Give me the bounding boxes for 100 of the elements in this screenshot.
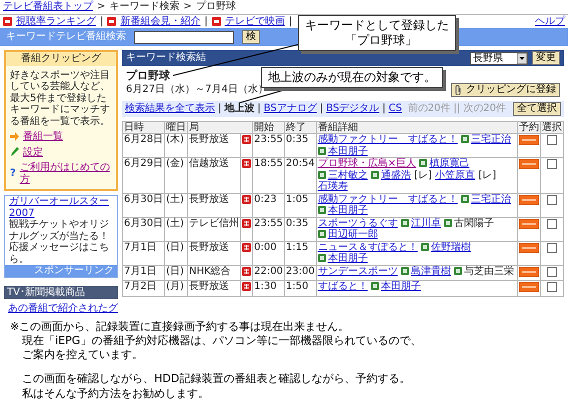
ad-title-link[interactable]: ガリバーオールスター2007 bbox=[9, 196, 113, 219]
station-icon bbox=[242, 159, 252, 168]
help-link[interactable]: ヘルプ bbox=[535, 16, 565, 27]
breadcrumb-item: プロ野球 bbox=[196, 1, 236, 12]
cast-link[interactable]: 三宅正治 bbox=[470, 134, 511, 146]
checkbox[interactable] bbox=[547, 194, 557, 205]
reserve-button[interactable] bbox=[519, 194, 539, 205]
search-button[interactable]: 検 bbox=[242, 30, 260, 44]
cast-link[interactable]: 本田朋子 bbox=[328, 205, 368, 216]
arrow-icon bbox=[10, 132, 19, 142]
time-cell: 1:30 bbox=[252, 280, 284, 296]
column-header: 番組詳細 bbox=[316, 121, 518, 134]
program-title-link[interactable]: 感動ファクトリー すばると！ bbox=[318, 134, 458, 146]
bullet-icon bbox=[212, 16, 221, 26]
cast-link[interactable]: 通盛浩 bbox=[380, 170, 411, 181]
clip-button[interactable]: クリッピングに登録 bbox=[451, 82, 560, 97]
reserve-button[interactable] bbox=[519, 242, 539, 253]
cast-link[interactable]: 槙原寛己 bbox=[429, 158, 470, 170]
bullet-icon bbox=[107, 16, 116, 26]
time-cell: 1:50 bbox=[284, 280, 316, 296]
pencil-icon bbox=[10, 147, 19, 158]
filter-tab[interactable]: BSデジタル bbox=[326, 102, 380, 114]
breadcrumb-link[interactable]: テレビ番組表トップ bbox=[3, 1, 93, 12]
region-select[interactable]: 長野県 bbox=[470, 52, 528, 64]
time-cell: 0:00 bbox=[252, 241, 284, 266]
time-cell: 1:15 bbox=[284, 241, 316, 266]
reserve-button[interactable] bbox=[519, 218, 539, 229]
cast-link[interactable]: 三宅正治 bbox=[470, 194, 511, 205]
cast-link[interactable]: 佐野瑞樹 bbox=[430, 242, 471, 253]
station-icon bbox=[242, 218, 252, 228]
checkbox[interactable] bbox=[547, 282, 557, 292]
sidebar-link[interactable]: 番組一覧 bbox=[23, 131, 63, 142]
clip-icon bbox=[455, 84, 462, 95]
column-header: 選択 bbox=[540, 121, 564, 134]
filter-tab[interactable]: 検索結果を全て表示 bbox=[125, 102, 215, 114]
help-icon: ? bbox=[10, 168, 16, 180]
program-title-link[interactable]: スポーツうるぐす bbox=[318, 218, 398, 229]
cast-name: 与芝由三栄 bbox=[464, 266, 514, 277]
checkbox[interactable] bbox=[547, 218, 557, 229]
program-title-link[interactable]: すばると！ bbox=[318, 281, 368, 292]
program-title-link[interactable]: プロ野球・広島×巨人 bbox=[318, 158, 416, 170]
section-title: TV･新聞掲載商品 bbox=[4, 286, 118, 299]
program-title-link[interactable]: 感動ファクトリー すばると！ bbox=[318, 194, 458, 205]
cast-link[interactable]: 小笠原直 bbox=[435, 170, 476, 181]
checkbox[interactable] bbox=[547, 159, 557, 170]
day-cell: (土) bbox=[164, 217, 188, 242]
note-paragraph: この画面を確認しながら、HDD記録装置の番組表と確認しながら、予約する。 私はそんな予約方法をお勧めします。 bbox=[21, 372, 412, 401]
time-cell: 0:35 bbox=[284, 134, 316, 158]
reserve-button[interactable] bbox=[519, 282, 539, 292]
column-header: 曜日 bbox=[164, 121, 188, 134]
sidebar-link[interactable]: 設定 bbox=[23, 146, 43, 158]
date-cell: 6月30日 bbox=[122, 217, 165, 242]
reserve-button[interactable] bbox=[519, 266, 539, 277]
search-field[interactable] bbox=[134, 30, 234, 44]
time-cell: 1:05 bbox=[284, 193, 316, 218]
station-icon bbox=[242, 282, 252, 292]
program-title-link[interactable]: サンデースポーツ bbox=[318, 266, 398, 277]
cast-link[interactable]: 島津貴樹 bbox=[410, 266, 451, 277]
note-paragraph: ※この画面から、記録装置に直接録画予約する事は現在出来ません。 現在「iEPG」の番組予約対応機器は、パソコン等に一部機器限られているので、 ご案内を控えています。 bbox=[10, 320, 422, 362]
cast-link[interactable]: 石瑛寿 bbox=[318, 181, 348, 192]
change-button[interactable]: 変更 bbox=[532, 51, 560, 65]
checkbox[interactable] bbox=[547, 135, 557, 146]
column-header: 開始 bbox=[252, 121, 284, 134]
column-header: 局 bbox=[188, 121, 253, 134]
cast-name: [レ] bbox=[414, 170, 432, 181]
day-cell: (日) bbox=[164, 241, 188, 266]
checkbox[interactable] bbox=[547, 242, 557, 253]
program-title-link[interactable]: ニュース＆すぽると！ bbox=[318, 242, 418, 253]
keyword-title: プロ野球 bbox=[126, 69, 170, 82]
checkbox[interactable] bbox=[547, 266, 557, 277]
nav-link[interactable]: 新番組会見・紹介 bbox=[120, 16, 200, 27]
results-title: キーワード検索結 bbox=[126, 52, 206, 64]
product-link[interactable]: あの番組で紹介されたグ bbox=[8, 303, 118, 314]
cast-link[interactable]: 江川卓 bbox=[410, 218, 441, 229]
day-cell: (土) bbox=[164, 193, 188, 218]
date-cell: 7月1日 bbox=[122, 265, 165, 281]
cast-name: 古閑陽子 bbox=[454, 218, 494, 229]
time-cell: 23:55 bbox=[252, 134, 284, 158]
station-icon bbox=[242, 194, 252, 204]
select-all-button[interactable]: 全て選択 bbox=[513, 102, 561, 116]
ad-text: 観戦チケットやオリジナルグッズが当たる！応援メッセージはこちら。 bbox=[9, 219, 110, 265]
callout: 地上波のみが現在の対象です。 bbox=[261, 67, 443, 88]
reserve-button[interactable] bbox=[519, 159, 539, 170]
reserve-button[interactable] bbox=[519, 135, 539, 146]
filter-tab[interactable]: CS bbox=[388, 102, 402, 114]
cast-link[interactable]: 田辺研一郎 bbox=[328, 229, 378, 240]
nav-link[interactable]: テレビで映画 bbox=[224, 16, 285, 27]
station-cell: 長野放送 bbox=[188, 280, 241, 296]
sidebar-link[interactable]: ご利用がはじめての方 bbox=[20, 162, 112, 185]
nav-link[interactable]: 視聴率ランキング bbox=[16, 16, 96, 27]
cast-link[interactable]: 三村敏之 bbox=[328, 170, 368, 181]
cast-link[interactable]: 本田朋子 bbox=[380, 281, 421, 292]
cast-name: [レ] bbox=[478, 170, 496, 181]
column-header: 予約 bbox=[518, 121, 540, 134]
cast-link[interactable]: 本田朋子 bbox=[328, 146, 368, 157]
filter-tab[interactable]: BSアナログ bbox=[264, 102, 317, 114]
filter-tab[interactable]: 地上波 bbox=[224, 102, 254, 114]
cast-link[interactable]: 本田朋子 bbox=[328, 253, 368, 264]
description-text: 好きなスポーツや注目している芸能人など、最大5件まで登録したキーワードにマッチする番組を一覧で表示。 bbox=[10, 70, 111, 127]
date-cell: 6月29日 bbox=[122, 158, 165, 194]
